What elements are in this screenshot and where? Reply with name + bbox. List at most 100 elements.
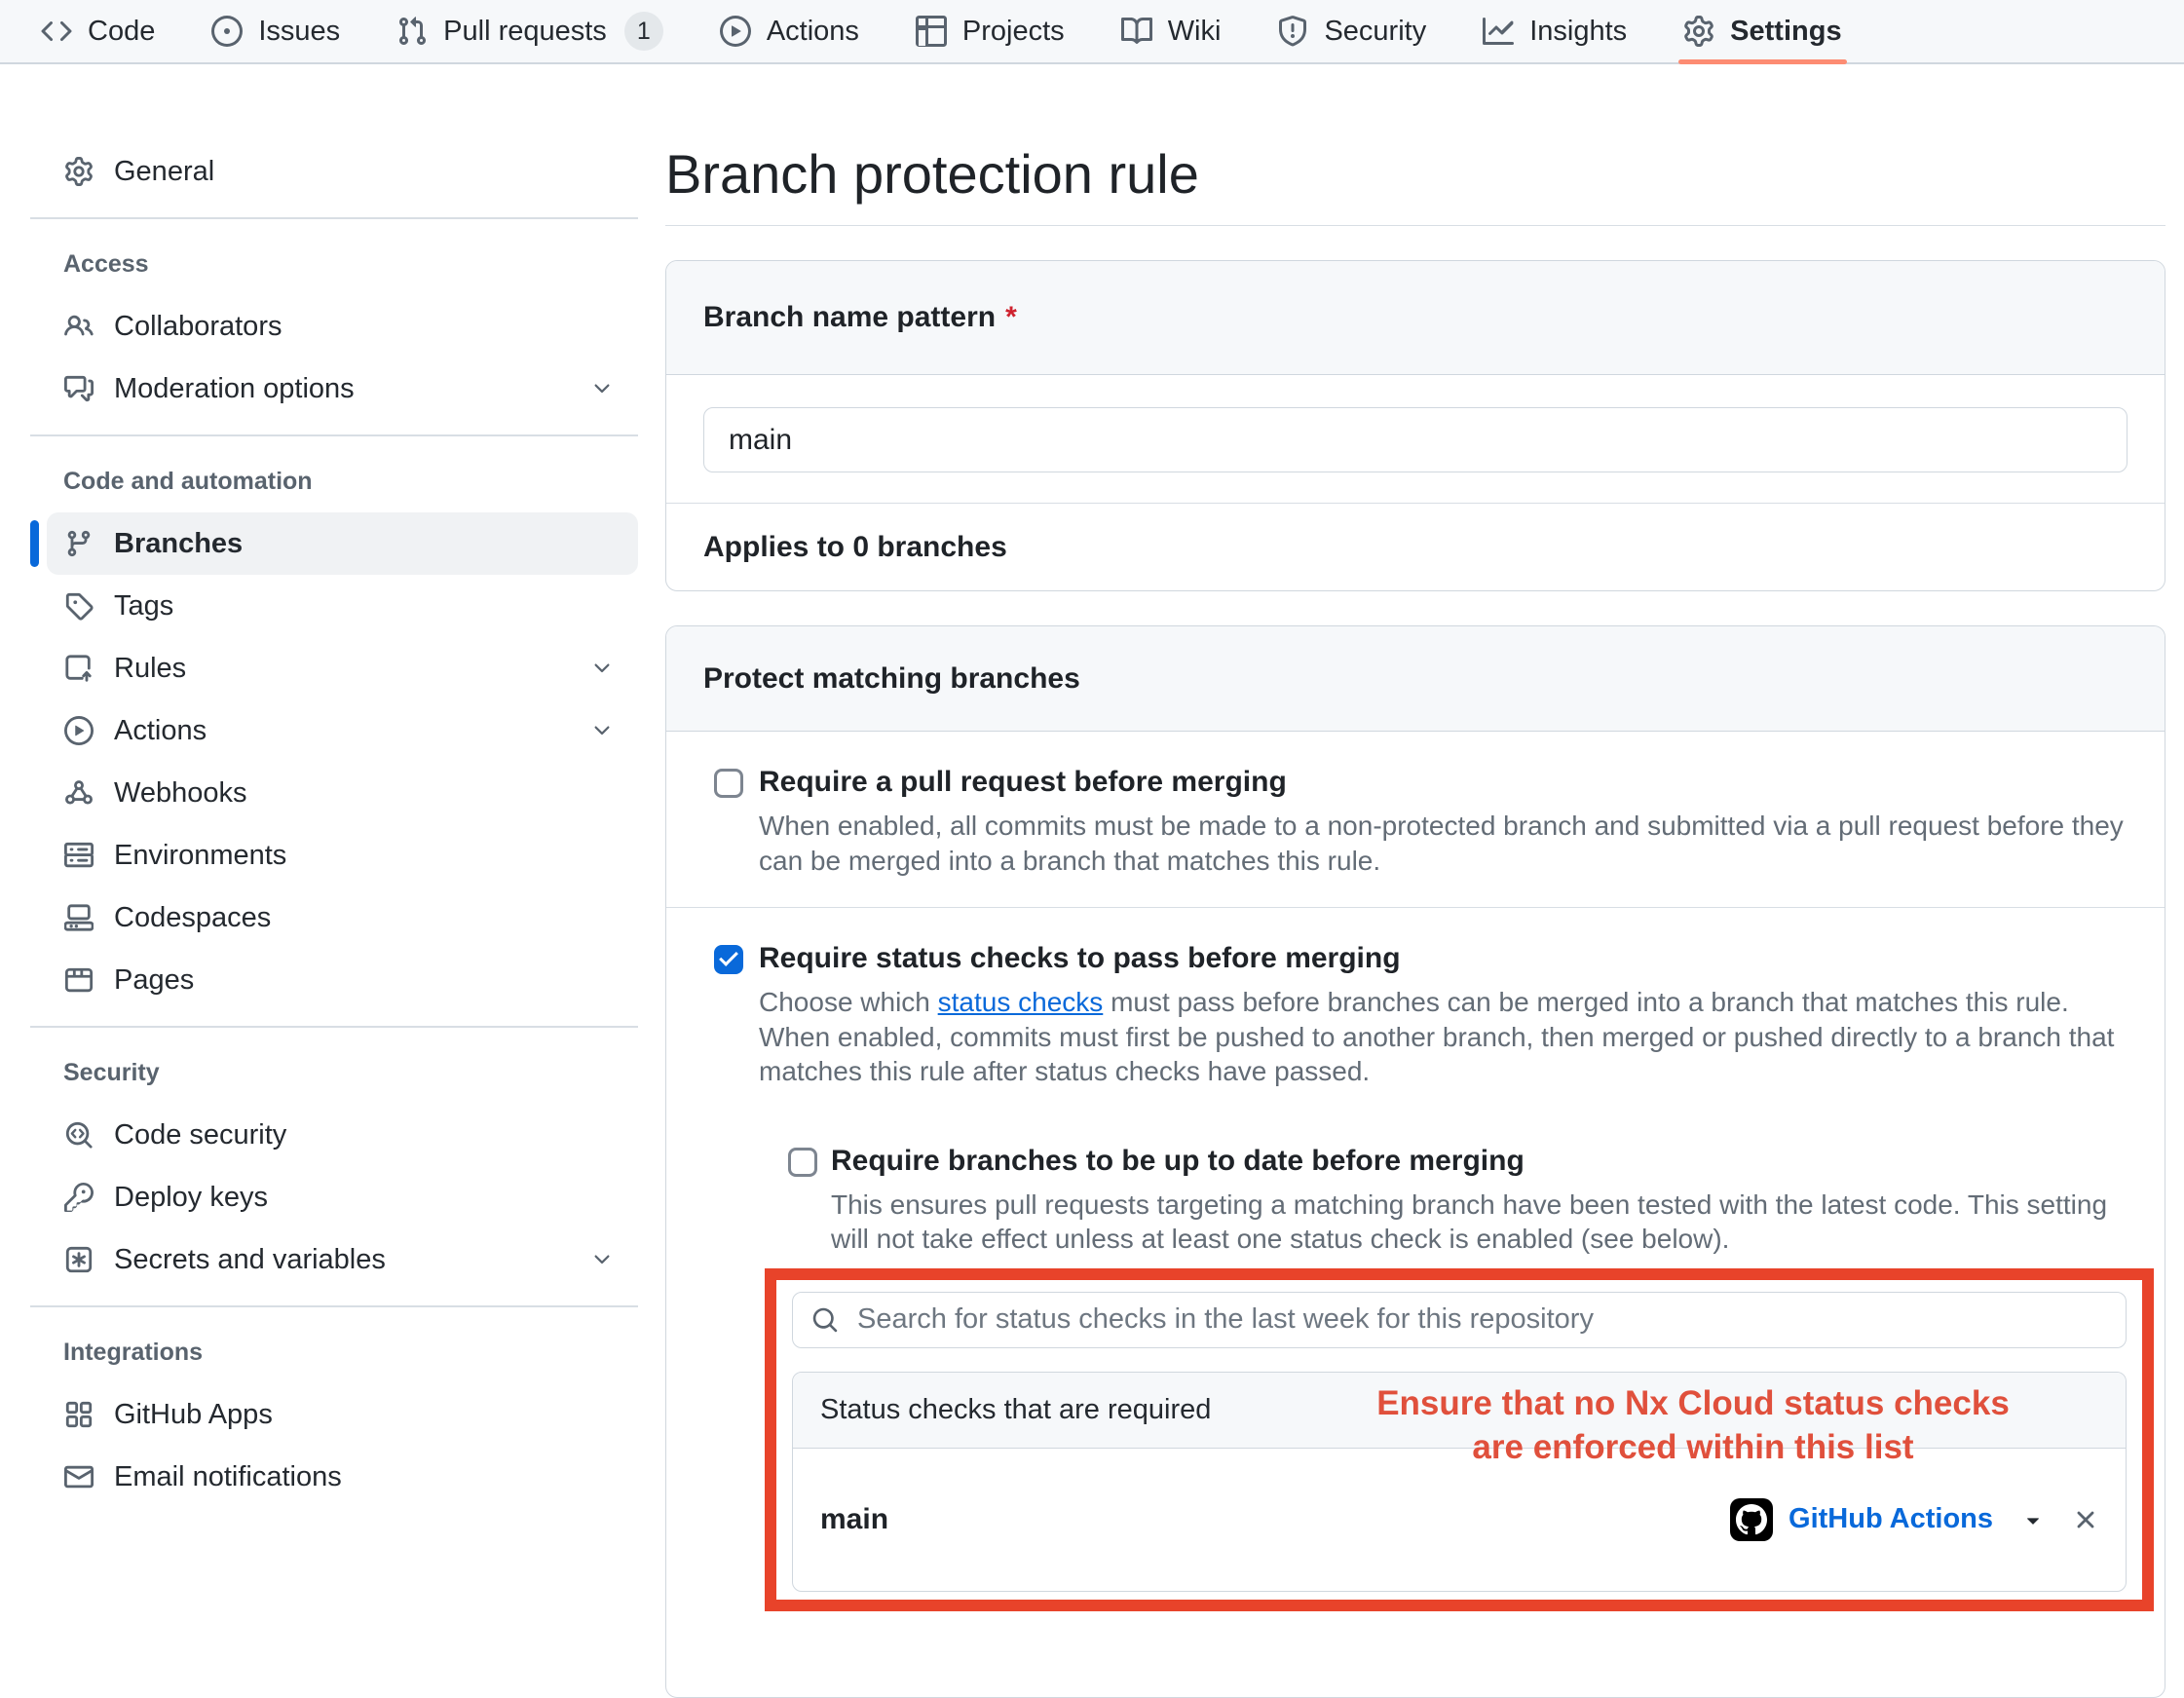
shield-icon <box>1277 16 1308 47</box>
tab-label: Actions <box>767 16 859 48</box>
sidebar-item-label: General <box>114 156 214 188</box>
code-scan-icon <box>64 1120 94 1150</box>
tab-settings[interactable]: Settings <box>1655 0 1869 62</box>
apps-icon <box>64 1400 94 1429</box>
branch-name-pattern-input[interactable] <box>703 407 2128 472</box>
sidebar-item-label: GitHub Apps <box>114 1399 273 1431</box>
page-title: Branch protection rule <box>665 146 2165 226</box>
require-up-to-date-block: Require branches to be up to date before… <box>788 1144 2128 1257</box>
require-status-checks-label: Require status checks to pass before mer… <box>759 941 2128 976</box>
require-status-checks-section: Require status checks to pass before mer… <box>666 908 2165 1619</box>
require-pr-checkbox[interactable] <box>714 769 743 798</box>
protect-matching-branches-card: Protect matching branches Require a pull… <box>665 625 2165 1698</box>
tab-label: Insights <box>1529 16 1627 48</box>
sidebar-item-label: Collaborators <box>114 311 282 343</box>
webhook-icon <box>64 778 94 808</box>
git-branch-icon <box>64 529 94 558</box>
status-checks-link[interactable]: status checks <box>938 987 1104 1017</box>
gear-icon <box>64 157 94 186</box>
next-section-filler <box>666 1619 2165 1697</box>
github-logo-icon <box>1730 1498 1773 1541</box>
asterisk-box-icon <box>64 1245 94 1274</box>
sidebar-item-webhooks[interactable]: Webhooks <box>47 762 638 824</box>
sidebar-item-moderation-options[interactable]: Moderation options <box>47 358 638 420</box>
applies-to-branches: Applies to 0 branches <box>666 503 2165 590</box>
sidebar-divider <box>30 217 638 219</box>
sidebar-item-tags[interactable]: Tags <box>47 575 638 637</box>
sidebar-item-label: Deploy keys <box>114 1182 268 1214</box>
description-prefix: Choose which <box>759 987 938 1017</box>
tab-actions[interactable]: Actions <box>692 0 887 62</box>
tab-code[interactable]: Code <box>13 0 183 62</box>
tab-insights[interactable]: Insights <box>1454 0 1655 62</box>
main-content: Branch protection rule Branch name patte… <box>665 64 2165 1698</box>
gear-icon <box>1683 16 1714 47</box>
codespaces-icon <box>64 903 94 932</box>
sidebar-item-general[interactable]: General <box>47 140 638 203</box>
sidebar-item-label: Branches <box>114 528 243 560</box>
require-up-to-date-checkbox[interactable] <box>788 1148 817 1177</box>
sidebar-item-branches[interactable]: Branches <box>47 512 638 575</box>
tab-label: Projects <box>962 16 1065 48</box>
chevron-down-icon <box>590 377 614 400</box>
search-icon <box>811 1306 839 1334</box>
server-icon <box>64 841 94 870</box>
sidebar-item-deploy-keys[interactable]: Deploy keys <box>47 1166 638 1228</box>
table-icon <box>916 16 947 47</box>
code-icon <box>41 16 72 47</box>
sidebar-item-label: Tags <box>114 590 173 623</box>
chevron-down-icon <box>590 657 614 680</box>
sidebar-item-environments[interactable]: Environments <box>47 824 638 887</box>
sidebar-item-label: Email notifications <box>114 1461 342 1493</box>
chevron-down-icon <box>590 1248 614 1271</box>
sidebar-item-rules[interactable]: Rules <box>47 637 638 699</box>
sidebar-section-security: Security <box>30 1049 638 1096</box>
tab-label: Pull requests <box>443 16 607 48</box>
sidebar-divider <box>30 434 638 436</box>
sidebar-item-pages[interactable]: Pages <box>47 949 638 1011</box>
caret-down-icon[interactable] <box>2020 1507 2046 1532</box>
status-checks-search-input[interactable] <box>792 1292 2127 1348</box>
sidebar-item-github-apps[interactable]: GitHub Apps <box>47 1383 638 1446</box>
sidebar-item-actions[interactable]: Actions <box>47 699 638 762</box>
sidebar-section-access: Access <box>30 241 638 287</box>
sidebar-item-label: Webhooks <box>114 777 247 810</box>
sidebar-item-collaborators[interactable]: Collaborators <box>47 295 638 358</box>
sidebar-item-label: Secrets and variables <box>114 1244 386 1276</box>
play-icon <box>64 716 94 745</box>
people-icon <box>64 312 94 341</box>
require-pr-label: Require a pull request before merging <box>759 765 2128 800</box>
sidebar-item-email-notifications[interactable]: Email notifications <box>47 1446 638 1508</box>
branch-name-pattern-card: Branch name pattern * Applies to 0 branc… <box>665 260 2165 591</box>
tab-label: Code <box>88 16 155 48</box>
status-checks-list-header: Status checks that are required <box>793 1373 2126 1449</box>
tab-label: Issues <box>258 16 340 48</box>
sidebar-item-code-security[interactable]: Code security <box>47 1104 638 1166</box>
counter-badge: 1 <box>624 12 663 51</box>
sidebar-divider <box>30 1026 638 1028</box>
require-up-to-date-label: Require branches to be up to date before… <box>831 1144 2128 1179</box>
sidebar-item-secrets-and-variables[interactable]: Secrets and variables <box>47 1228 638 1291</box>
tab-projects[interactable]: Projects <box>887 0 1093 62</box>
require-pr-section: Require a pull request before merging Wh… <box>666 732 2165 908</box>
require-status-checks-description: Choose which status checks must pass bef… <box>759 985 2128 1089</box>
key-icon <box>64 1183 94 1212</box>
required-asterisk: * <box>1005 301 1017 334</box>
require-status-checks-checkbox[interactable] <box>714 945 743 974</box>
branch-name-pattern-body <box>666 375 2165 503</box>
rules-icon <box>64 654 94 683</box>
tab-issues[interactable]: Issues <box>183 0 368 62</box>
required-status-checks-list: Status checks that are required Ensure t… <box>792 1372 2127 1592</box>
remove-status-check-icon[interactable] <box>2071 1505 2100 1534</box>
tab-security[interactable]: Security <box>1249 0 1454 62</box>
protect-matching-branches-header: Protect matching branches <box>666 626 2165 732</box>
tab-wiki[interactable]: Wiki <box>1093 0 1250 62</box>
settings-sidebar: General Access Collaborators Moderation opt… <box>30 64 638 1508</box>
tab-label: Wiki <box>1168 16 1222 48</box>
tab-pull-requests[interactable]: Pull requests 1 <box>368 0 692 62</box>
sidebar-item-codespaces[interactable]: Codespaces <box>47 887 638 949</box>
sidebar-section-integrations: Integrations <box>30 1329 638 1376</box>
chevron-down-icon <box>590 719 614 742</box>
status-check-source-link[interactable]: GitHub Actions <box>1789 1503 1993 1535</box>
status-check-row: mainGitHub Actions <box>793 1449 2126 1591</box>
